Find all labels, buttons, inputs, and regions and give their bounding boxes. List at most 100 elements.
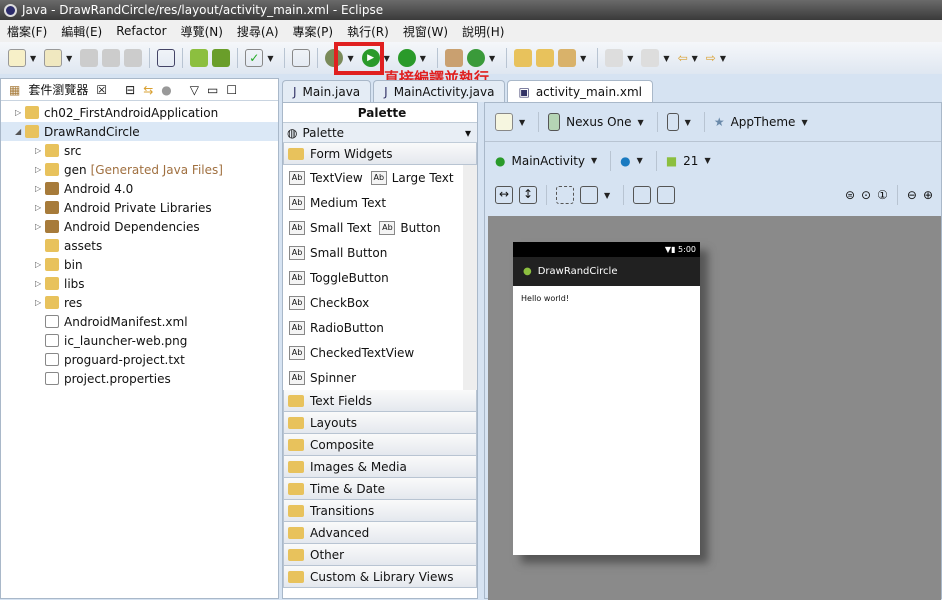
chevron-down-icon[interactable]: ▼ <box>30 54 36 63</box>
skip-breakpoints-icon[interactable] <box>157 49 176 67</box>
globe-icon[interactable]: ● <box>620 154 630 168</box>
back-icon[interactable]: ⇦ <box>678 51 688 65</box>
palette-category[interactable]: Transitions <box>283 500 477 522</box>
editor-tab[interactable]: ▣ activity_main.xml <box>507 80 653 102</box>
twisty-icon[interactable]: ▷ <box>35 146 45 155</box>
open-type-icon[interactable] <box>514 49 533 67</box>
print-icon[interactable] <box>124 49 143 67</box>
palette-category[interactable]: Advanced <box>283 522 477 544</box>
hello-textview[interactable]: Hello world! <box>513 286 700 311</box>
link-editor-icon[interactable]: ⇆ <box>143 83 153 97</box>
twisty-icon[interactable]: ▷ <box>35 279 45 288</box>
tree-item[interactable]: AndroidManifest.xml <box>1 312 278 331</box>
package-explorer-tab[interactable]: 套件瀏覽器 <box>28 81 88 98</box>
palette-widget[interactable]: CheckedTextView <box>310 346 414 360</box>
tree-item[interactable]: ▷ Android Private Libraries <box>1 198 278 217</box>
zoom-out-icon[interactable]: ⊖ <box>907 188 917 202</box>
run-dropdown-icon[interactable]: ▼ <box>384 54 390 63</box>
twisty-icon[interactable]: ▷ <box>35 184 45 193</box>
tree-item[interactable]: project.properties <box>1 369 278 388</box>
zoom-in-icon[interactable]: ⊕ <box>923 188 933 202</box>
tree-item[interactable]: proguard-project.txt <box>1 350 278 369</box>
menu-item[interactable]: 執行(R) <box>340 23 396 40</box>
tree-item[interactable]: ic_launcher-web.png <box>1 331 278 350</box>
palette-widget[interactable]: RadioButton <box>310 321 384 335</box>
orientation-icon[interactable] <box>666 113 679 131</box>
fit-height-icon[interactable]: ↕ <box>519 186 537 204</box>
select-icon[interactable] <box>556 186 574 204</box>
api-level-select[interactable]: 21 <box>683 154 698 168</box>
minimize-icon[interactable]: ▭ <box>207 83 218 97</box>
palette-widget[interactable]: ToggleButton <box>310 271 389 285</box>
open-folder-icon[interactable] <box>536 49 555 67</box>
palette-category[interactable]: Time & Date <box>283 478 477 500</box>
twisty-icon[interactable]: ▷ <box>35 298 45 307</box>
tree-item[interactable]: ◢ DrawRandCircle <box>1 122 278 141</box>
maximize-icon[interactable]: ☐ <box>226 83 237 97</box>
prev-annotation-icon[interactable] <box>641 49 660 67</box>
collapse-all-icon[interactable]: ⊟ <box>125 83 135 97</box>
menu-item[interactable]: 編輯(E) <box>54 23 109 40</box>
tree-item[interactable]: ▷ Android 4.0 <box>1 179 278 198</box>
palette-category[interactable]: Composite <box>283 434 477 456</box>
menu-item[interactable]: Refactor <box>109 24 173 38</box>
palette-widget[interactable]: Small Text <box>310 221 371 235</box>
save-icon[interactable] <box>80 49 99 67</box>
menu-item[interactable]: 專案(P) <box>286 23 341 40</box>
new-class-icon[interactable] <box>44 49 63 67</box>
expand-icon[interactable] <box>580 186 598 204</box>
new-package-icon[interactable] <box>444 49 463 67</box>
menu-item[interactable]: 視窗(W) <box>396 23 455 40</box>
palette-category[interactable]: Other <box>283 544 477 566</box>
tree-item[interactable]: ▷ res <box>1 293 278 312</box>
tree-item[interactable]: ▷ gen [Generated Java Files] <box>1 160 278 179</box>
close-icon[interactable]: ☒ <box>96 83 107 97</box>
layout-icon[interactable] <box>633 186 652 204</box>
twisty-icon[interactable]: ◢ <box>15 127 25 136</box>
tree-item[interactable]: assets <box>1 236 278 255</box>
design-canvas[interactable]: ▼▮ 5:00 ● DrawRandCircle Hello world! <box>488 216 941 600</box>
editor-tab[interactable]: J Main.java <box>282 80 372 102</box>
twisty-icon[interactable]: ▷ <box>15 108 25 117</box>
twisty-icon[interactable]: ▷ <box>35 260 45 269</box>
checkbox-icon[interactable]: ✓ <box>245 49 264 67</box>
layout-alt-icon[interactable] <box>657 186 676 204</box>
next-annotation-icon[interactable] <box>605 49 624 67</box>
zoom-fit-icon[interactable]: ⊜ <box>845 188 855 202</box>
menu-item[interactable]: 導覽(N) <box>174 23 230 40</box>
save-all-icon[interactable] <box>102 49 121 67</box>
tree-item[interactable]: ▷ src <box>1 141 278 160</box>
fit-width-icon[interactable]: ↔ <box>495 186 513 204</box>
device-select[interactable]: Nexus One <box>566 115 631 129</box>
twisty-icon[interactable]: ▷ <box>35 165 45 174</box>
tree-item[interactable]: ▷ bin <box>1 255 278 274</box>
palette-category[interactable]: Text Fields <box>283 390 477 412</box>
tree-item[interactable]: ▷ libs <box>1 274 278 293</box>
palette-category[interactable]: Custom & Library Views <box>283 566 477 588</box>
run-external-tools-icon[interactable] <box>397 49 416 67</box>
twisty-icon[interactable]: ▷ <box>35 203 45 212</box>
new-icon[interactable] <box>8 49 26 67</box>
palette-widget[interactable]: Button <box>400 221 440 235</box>
palette-widget[interactable]: TextView <box>310 171 363 185</box>
config-icon[interactable] <box>495 113 513 131</box>
zoom-real-icon[interactable]: ⊙ <box>861 188 871 202</box>
forward-icon[interactable]: ⇨ <box>706 51 716 65</box>
palette-widget[interactable]: Small Button <box>310 246 387 260</box>
palette-widget[interactable]: Large Text <box>392 171 454 185</box>
category-form-widgets[interactable]: Form Widgets <box>310 147 393 161</box>
menu-item[interactable]: 說明(H) <box>455 23 511 40</box>
theme-select[interactable]: AppTheme <box>731 115 796 129</box>
menu-item[interactable]: 檔案(F) <box>0 23 54 40</box>
search-icon[interactable] <box>558 49 577 67</box>
palette-widget[interactable]: Spinner <box>310 371 356 385</box>
palette-category[interactable]: Layouts <box>283 412 477 434</box>
palette-widget[interactable]: CheckBox <box>310 296 369 310</box>
twisty-icon[interactable]: ▷ <box>35 222 45 231</box>
sdk-manager-icon[interactable] <box>190 49 209 67</box>
tree-item[interactable]: ▷ ch02_FirstAndroidApplication <box>1 103 278 122</box>
palette-category[interactable]: Images & Media <box>283 456 477 478</box>
zoom-100-icon[interactable]: ① <box>877 188 888 202</box>
avd-manager-icon[interactable] <box>212 49 231 67</box>
editor-tab[interactable]: J MainActivity.java <box>373 80 506 102</box>
